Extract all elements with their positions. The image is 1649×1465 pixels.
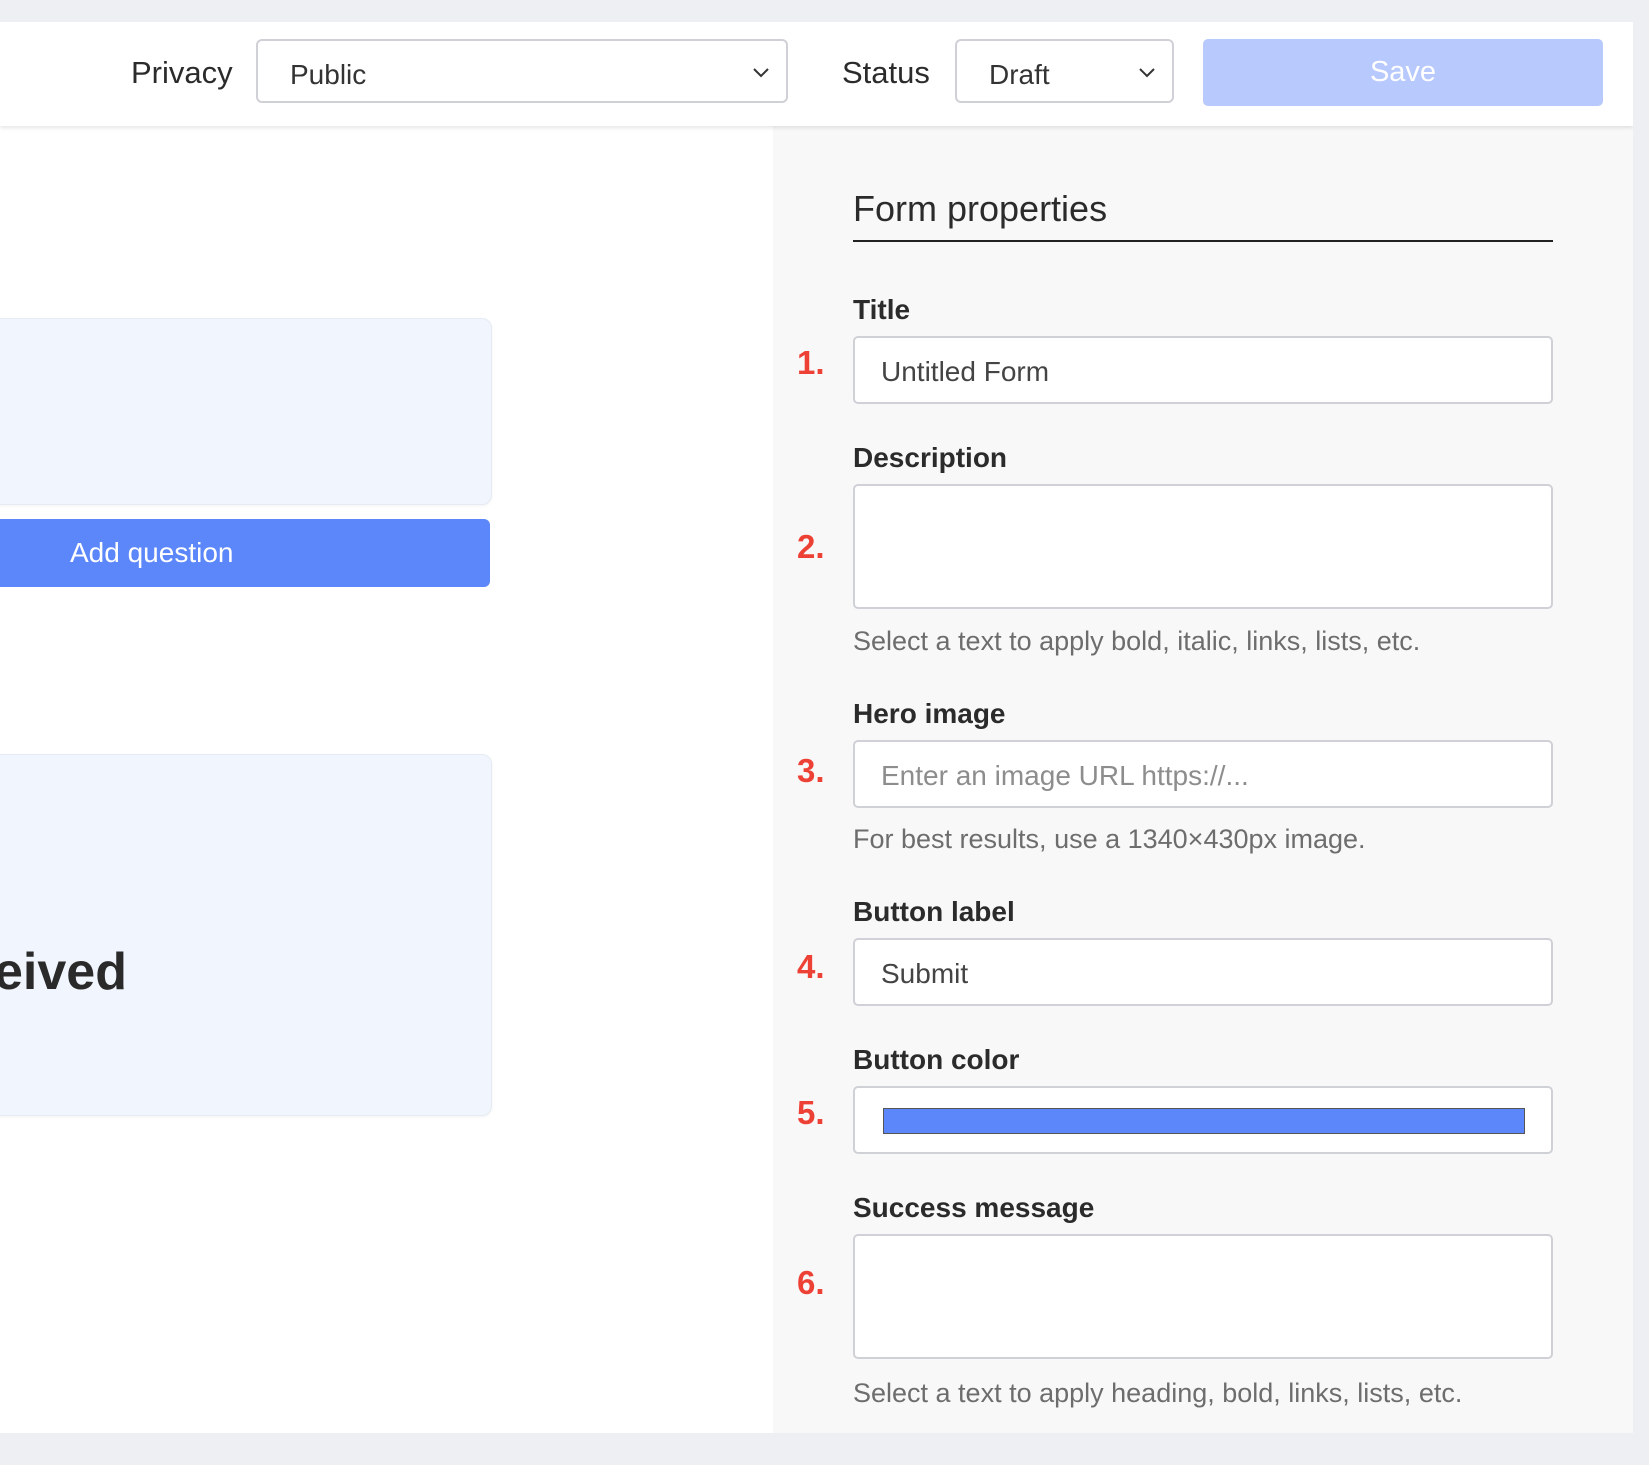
success-message-hint: Select a text to apply heading, bold, li… — [853, 1378, 1463, 1408]
marker-5: 5. — [797, 1094, 825, 1131]
button-label-label: Button label — [853, 896, 1015, 927]
panel-title: Form properties — [853, 188, 1553, 242]
button-color-label: Button color — [853, 1044, 1020, 1075]
description-hint: Select a text to apply bold, italic, lin… — [853, 626, 1421, 656]
app-window: Privacy Public Status Draft Save Add que… — [0, 22, 1633, 1433]
button-color-picker[interactable] — [853, 1086, 1553, 1154]
status-select[interactable]: Draft — [955, 39, 1174, 103]
title-input[interactable]: Untitled Form — [853, 336, 1553, 404]
privacy-select[interactable]: Public — [256, 39, 788, 103]
marker-4: 4. — [797, 948, 825, 985]
title-input-value: Untitled Form — [881, 356, 1050, 387]
form-header-card[interactable] — [0, 318, 492, 505]
form-canvas: Add question eived — [0, 126, 773, 1433]
chevron-down-icon — [753, 68, 769, 78]
save-button[interactable]: Save — [1203, 39, 1603, 106]
status-select-value: Draft — [989, 59, 1050, 90]
privacy-label: Privacy — [131, 55, 233, 90]
hero-image-label: Hero image — [853, 698, 1006, 729]
marker-2: 2. — [797, 528, 825, 565]
status-label: Status — [842, 55, 930, 90]
top-toolbar: Privacy Public Status Draft Save — [0, 22, 1633, 126]
color-swatch — [883, 1108, 1525, 1134]
button-label-input[interactable]: Submit — [853, 938, 1553, 1006]
hero-image-input[interactable]: Enter an image URL https://... — [853, 740, 1553, 808]
marker-3: 3. — [797, 752, 825, 789]
description-textarea[interactable] — [853, 484, 1553, 609]
title-label: Title — [853, 294, 911, 325]
add-question-button[interactable]: Add question — [0, 519, 490, 587]
privacy-select-value: Public — [290, 59, 367, 90]
success-message-card[interactable] — [0, 754, 492, 1116]
success-message-textarea[interactable] — [853, 1234, 1553, 1359]
success-message-label: Success message — [853, 1192, 1095, 1223]
form-properties-panel: Form properties Title 1. Untitled Form D… — [773, 126, 1633, 1433]
marker-1: 1. — [797, 344, 825, 381]
marker-6: 6. — [797, 1264, 825, 1301]
chevron-down-icon — [1139, 68, 1155, 78]
success-heading-partial: eived — [0, 943, 127, 1001]
hero-image-hint: For best results, use a 1340×430px image… — [853, 824, 1366, 854]
hero-image-placeholder: Enter an image URL https://... — [881, 760, 1249, 791]
button-label-value: Submit — [881, 958, 969, 989]
description-label: Description — [853, 442, 1008, 473]
